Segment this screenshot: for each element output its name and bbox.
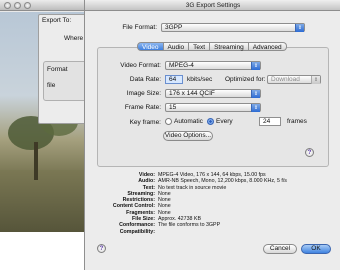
- tab-video[interactable]: Video: [137, 42, 164, 51]
- ok-button[interactable]: OK: [301, 244, 331, 254]
- frame-rate-label: Frame Rate:: [124, 104, 161, 111]
- preview-tree-trunk: [34, 142, 38, 180]
- video-format-popup[interactable]: MPEG-4 ⇕: [165, 61, 261, 70]
- video-format-value: MPEG-4: [169, 62, 194, 69]
- key-frame-label: Key frame:: [129, 119, 161, 126]
- frame-rate-popup[interactable]: 15 ⇕: [165, 103, 261, 112]
- data-rate-label: Data Rate:: [129, 76, 161, 83]
- data-rate-unit: kbits/sec: [187, 76, 213, 83]
- every-label: Every: [216, 118, 233, 125]
- optimized-for-popup[interactable]: Download ⇕: [267, 75, 321, 84]
- zoom-window-button[interactable]: [24, 2, 31, 9]
- popup-arrow-icon: ⇕: [251, 104, 260, 112]
- popup-arrow-icon: ⇕: [295, 24, 304, 32]
- automatic-radio[interactable]: [165, 118, 172, 125]
- minimize-window-button[interactable]: [14, 2, 21, 9]
- file-format-value: 3GPP: [165, 24, 183, 31]
- popup-arrow-icon: ⇕: [251, 90, 260, 98]
- image-size-value: 176 x 144 QCIF: [169, 90, 215, 97]
- popup-arrow-icon: ⇕: [311, 76, 320, 84]
- window-controls: [4, 2, 31, 9]
- video-format-label: Video Format:: [120, 62, 161, 69]
- export-settings-sheet: 3G Export Settings File Format: 3GPP ⇕ V…: [84, 0, 340, 270]
- tab-text[interactable]: Text: [189, 42, 211, 51]
- settings-tabs: Video Audio Text Streaming Advanced: [137, 42, 287, 51]
- export-summary: Video: MPEG-4 Video, 176 x 144, 64 kbps, …: [105, 172, 325, 235]
- panel-help-button[interactable]: ?: [305, 148, 314, 157]
- where-label: Where: [64, 35, 84, 42]
- tab-advanced[interactable]: Advanced: [248, 42, 287, 51]
- tab-audio[interactable]: Audio: [163, 42, 190, 51]
- automatic-label: Automatic: [174, 118, 203, 125]
- video-options-button[interactable]: Video Options...: [163, 131, 213, 141]
- image-size-popup[interactable]: 176 x 144 QCIF ⇕: [165, 89, 261, 98]
- tab-streaming[interactable]: Streaming: [210, 42, 249, 51]
- file-format-label: File Format:: [122, 24, 157, 31]
- optimized-for-value: Download: [271, 76, 300, 83]
- image-size-label: Image Size:: [126, 90, 161, 97]
- file-format-popup[interactable]: 3GPP ⇕: [161, 23, 305, 32]
- every-radio[interactable]: [207, 118, 214, 125]
- optimized-for-label: Optimized for:: [225, 76, 266, 83]
- frame-rate-value: 15: [169, 104, 177, 111]
- file-label: file: [47, 82, 56, 89]
- sheet-help-button[interactable]: ?: [97, 244, 106, 253]
- key-frame-automatic-option[interactable]: Automatic: [165, 118, 203, 125]
- sheet-title: 3G Export Settings: [85, 0, 340, 11]
- format-label: Format: [47, 66, 68, 73]
- popup-arrow-icon: ⇕: [251, 62, 260, 70]
- frames-label: frames: [287, 118, 307, 125]
- key-frame-interval-field[interactable]: 24: [259, 117, 281, 126]
- close-window-button[interactable]: [4, 2, 11, 9]
- export-to-label: Export To:: [42, 17, 72, 24]
- summary-row: Compatibility:: [119, 228, 155, 235]
- cancel-button[interactable]: Cancel: [263, 244, 297, 254]
- data-rate-field[interactable]: 64: [165, 75, 183, 84]
- key-frame-every-option[interactable]: Every: [207, 118, 233, 125]
